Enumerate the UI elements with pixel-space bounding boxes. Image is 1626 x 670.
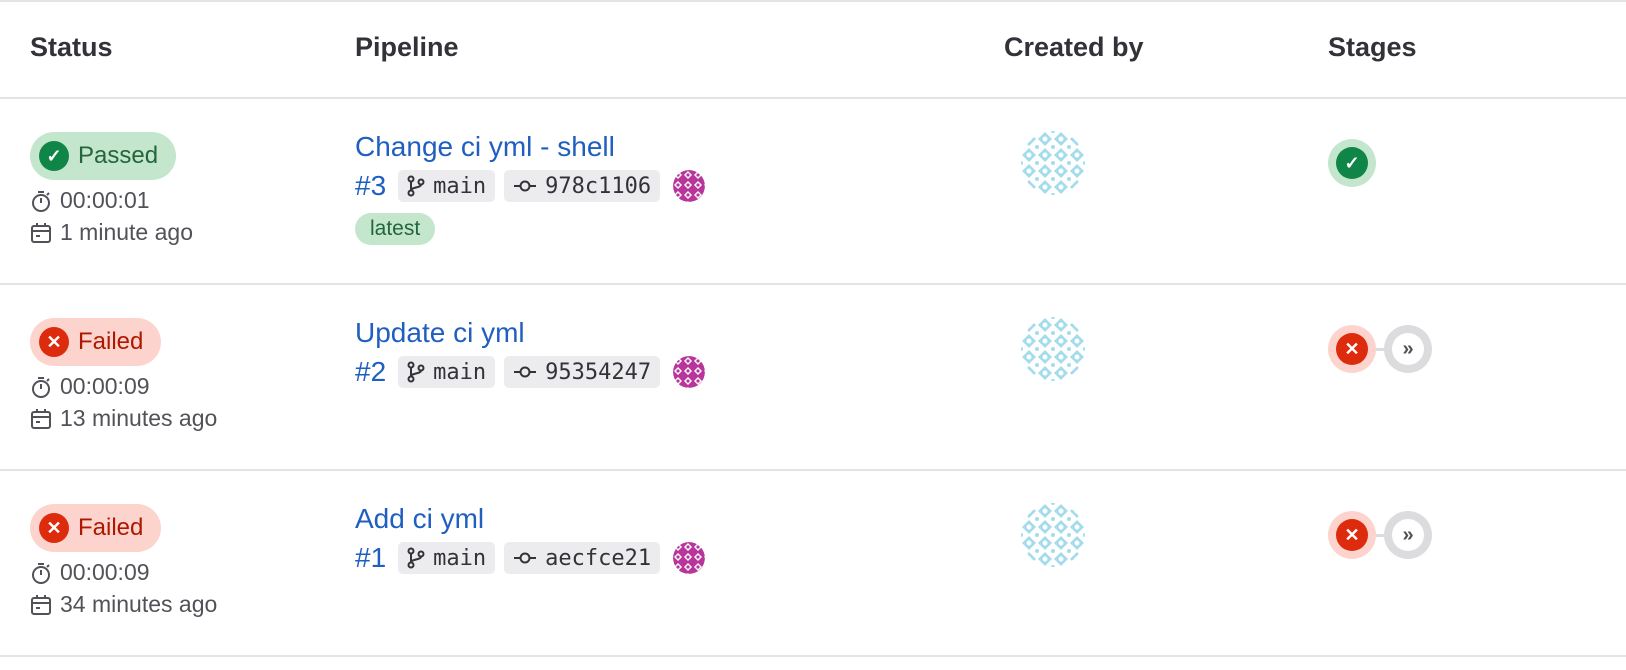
finished-value: 1 minute ago <box>60 219 193 245</box>
commit-chip[interactable]: aecfce21 <box>504 542 661 574</box>
column-header-status: Status <box>30 32 113 62</box>
stage-skipped[interactable]: » <box>1384 511 1432 559</box>
pipeline-cell: Add ci yml #1 main aecfce21 <box>355 501 706 575</box>
stage-success[interactable]: ✓ <box>1328 139 1376 187</box>
calendar-icon <box>31 222 51 243</box>
committer-avatar[interactable] <box>673 356 706 388</box>
timer-icon <box>32 376 50 398</box>
duration-value: 00:00:01 <box>60 187 150 213</box>
pipeline-title-link[interactable]: Change ci yml - shell <box>355 129 705 165</box>
branch-name: main <box>433 173 487 199</box>
stage-connector <box>1376 347 1384 351</box>
branch-chip[interactable]: main <box>398 542 496 574</box>
x-circle-icon: ✕ <box>1336 333 1368 365</box>
stage-connector <box>1376 533 1384 537</box>
calendar-icon <box>31 408 51 429</box>
stage-failed[interactable]: ✕ <box>1328 325 1376 373</box>
status-badge[interactable]: ✕ Failed <box>30 504 162 552</box>
stages-graph: ✕ » <box>1328 325 1432 373</box>
branch-icon <box>407 547 425 569</box>
commit-icon <box>514 366 537 378</box>
x-circle-icon: ✕ <box>39 327 69 357</box>
pipeline-id-link[interactable]: #2 <box>355 356 386 388</box>
column-header-created-by: Created by <box>1004 32 1144 62</box>
pipeline-cell: Change ci yml - shell #3 main 978c1106 l… <box>355 129 706 245</box>
table-header: Status Pipeline Created by Stages <box>0 2 1626 99</box>
branch-name: main <box>433 359 487 385</box>
stage-failed[interactable]: ✕ <box>1328 511 1376 559</box>
commit-icon <box>514 180 537 192</box>
latest-badge: latest <box>355 213 436 245</box>
branch-icon <box>407 175 425 197</box>
pipeline-title-link[interactable]: Update ci yml <box>355 315 705 351</box>
timer-icon <box>32 190 50 212</box>
table-row: ✓ Passed 00:00:01 1 minute ago Change ci… <box>0 99 1626 285</box>
x-circle-icon: ✕ <box>1336 519 1368 551</box>
x-circle-icon: ✕ <box>39 513 69 543</box>
user-avatar[interactable] <box>1021 503 1085 567</box>
timer-icon <box>32 562 50 584</box>
duration: 00:00:09 <box>30 373 150 400</box>
branch-chip[interactable]: main <box>398 170 496 202</box>
table-row: ✕ Failed 00:00:09 13 minutes ago Update … <box>0 285 1626 471</box>
column-header-stages: Stages <box>1328 32 1417 62</box>
duration-value: 00:00:09 <box>60 559 150 585</box>
chevron-double-right-icon: » <box>1392 333 1424 365</box>
branch-chip[interactable]: main <box>398 356 496 388</box>
finished-time: 1 minute ago <box>30 219 193 246</box>
commit-sha: 95354247 <box>545 359 652 385</box>
status-label: Failed <box>78 328 144 355</box>
finished-value: 13 minutes ago <box>60 405 218 431</box>
chevron-double-right-icon: » <box>1392 519 1424 551</box>
duration-value: 00:00:09 <box>60 373 150 399</box>
check-circle-icon: ✓ <box>1336 147 1368 179</box>
pipeline-title-link[interactable]: Add ci yml <box>355 501 705 537</box>
table-row: ✕ Failed 00:00:09 34 minutes ago Add ci … <box>0 471 1626 657</box>
stages-graph: ✓ <box>1328 139 1376 187</box>
status-label: Failed <box>78 514 144 541</box>
user-avatar[interactable] <box>1021 317 1085 381</box>
branch-name: main <box>433 545 487 571</box>
status-label: Passed <box>78 142 159 169</box>
commit-sha: aecfce21 <box>545 545 652 571</box>
finished-time: 34 minutes ago <box>30 591 217 618</box>
duration: 00:00:09 <box>30 559 150 586</box>
stages-graph: ✕ » <box>1328 511 1432 559</box>
status-badge[interactable]: ✓ Passed <box>30 132 177 180</box>
duration: 00:00:01 <box>30 187 150 214</box>
commit-chip[interactable]: 95354247 <box>504 356 661 388</box>
status-badge[interactable]: ✕ Failed <box>30 318 162 366</box>
committer-avatar[interactable] <box>673 170 706 202</box>
branch-icon <box>407 361 425 383</box>
pipelines-table: Status Pipeline Created by Stages ✓ Pass… <box>0 0 1626 670</box>
check-circle-icon: ✓ <box>39 141 69 171</box>
commit-sha: 978c1106 <box>545 173 652 199</box>
pipeline-id-link[interactable]: #1 <box>355 542 386 574</box>
commit-chip[interactable]: 978c1106 <box>504 170 661 202</box>
column-header-pipeline: Pipeline <box>355 32 459 62</box>
stage-skipped[interactable]: » <box>1384 325 1432 373</box>
calendar-icon <box>31 594 51 615</box>
pipeline-cell: Update ci yml #2 main 95354247 <box>355 315 706 389</box>
finished-value: 34 minutes ago <box>60 591 218 617</box>
finished-time: 13 minutes ago <box>30 405 217 432</box>
user-avatar[interactable] <box>1021 131 1085 195</box>
commit-icon <box>514 552 537 564</box>
pipeline-id-link[interactable]: #3 <box>355 170 386 202</box>
committer-avatar[interactable] <box>673 542 706 574</box>
